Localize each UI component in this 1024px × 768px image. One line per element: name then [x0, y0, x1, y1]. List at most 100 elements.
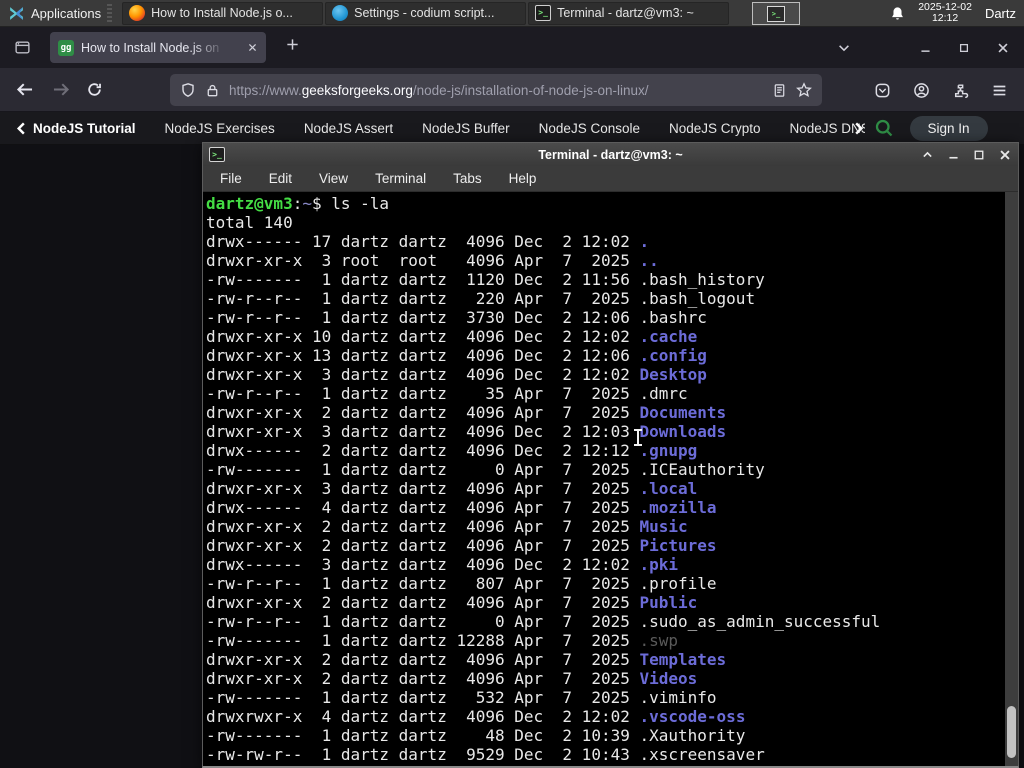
applications-icon: [10, 6, 23, 20]
terminal-icon: >_: [535, 5, 552, 21]
terminal-line: drwxr-xr-x 2 dartz dartz 4096 Apr 7 2025…: [206, 669, 698, 688]
terminal-line: drwxr-xr-x 3 dartz dartz 4096 Dec 2 12:0…: [206, 422, 727, 441]
search-icon[interactable]: [874, 118, 894, 138]
terminal-line: drwxr-xr-x 3 dartz dartz 4096 Apr 7 2025…: [206, 479, 698, 498]
desktop: Applications How to Install Node.js o...…: [0, 0, 1024, 768]
nav-item[interactable]: NodeJS Crypto: [669, 121, 761, 136]
terminal-line: -rw------- 1 dartz dartz 12288 Apr 7 202…: [206, 631, 679, 650]
firefox-icon: [129, 5, 146, 21]
menu-hamburger-icon[interactable]: [991, 82, 1008, 99]
nav-scroll-right-icon[interactable]: [851, 121, 866, 136]
terminal-line: -rw-r--r-- 1 dartz dartz 220 Apr 7 2025 …: [206, 289, 756, 308]
terminal-line: drwxrwxr-x 4 dartz dartz 4096 Dec 2 12:0…: [206, 707, 746, 726]
terminal-line: -rw-r--r-- 1 dartz dartz 807 Apr 7 2025 …: [206, 574, 717, 593]
taskbar-item-browser[interactable]: How to Install Node.js o...: [122, 1, 324, 25]
nav-item[interactable]: NodeJS Exercises: [165, 121, 275, 136]
url-bar[interactable]: https://www.geeksforgeeks.org/node-js/in…: [170, 74, 822, 106]
terminal-line: -rw------- 1 dartz dartz 1120 Dec 2 11:5…: [206, 270, 765, 289]
browser-toolbar: https://www.geeksforgeeks.org/node-js/in…: [0, 68, 1024, 112]
terminal-body[interactable]: dartz@vm3:~$ ls -la total 140 drwx------ 1…: [203, 192, 1018, 766]
back-button[interactable]: [16, 80, 35, 99]
terminal-line: drwxr-xr-x 3 dartz dartz 4096 Dec 2 12:0…: [206, 365, 707, 384]
minimize-window-icon[interactable]: [947, 148, 960, 161]
terminal-scrollbar-thumb[interactable]: [1007, 706, 1016, 758]
terminal-menu-terminal[interactable]: Terminal: [375, 171, 426, 186]
terminal-line: -rw-r--r-- 1 dartz dartz 0 Apr 7 2025 .s…: [206, 612, 881, 631]
shade-window-icon[interactable]: [921, 148, 934, 161]
clock[interactable]: 2025-12-02 12:12: [918, 1, 972, 25]
tracking-shield-icon[interactable]: [180, 82, 196, 98]
extensions-icon[interactable]: [952, 82, 969, 99]
url-text: https://www.geeksforgeeks.org/node-js/in…: [229, 82, 649, 98]
terminal-line: -rw------- 1 dartz dartz 532 Apr 7 2025 …: [206, 688, 717, 707]
account-icon[interactable]: [913, 82, 930, 99]
terminal-line: -rw-rw-r-- 1 dartz dartz 9529 Dec 2 10:4…: [206, 745, 765, 764]
terminal-line: drwx------ 17 dartz dartz 4096 Dec 2 12:…: [206, 232, 650, 251]
terminal-line: drwxr-xr-x 2 dartz dartz 4096 Apr 7 2025…: [206, 650, 727, 669]
terminal-menu-help[interactable]: Help: [509, 171, 537, 186]
terminal-menu-view[interactable]: View: [319, 171, 348, 186]
terminal-menu-file[interactable]: File: [220, 171, 242, 186]
top-panel: Applications How to Install Node.js o...…: [0, 0, 1024, 27]
gfg-favicon: gg: [58, 39, 74, 56]
browser-tab-active[interactable]: gg How to Install Node.js on: [50, 32, 266, 63]
terminal-line: drwx------ 2 dartz dartz 4096 Dec 2 12:1…: [206, 441, 698, 460]
taskbar-label: Terminal - dartz@vm3: ~: [557, 6, 694, 20]
terminal-line: drwxr-xr-x 2 dartz dartz 4096 Apr 7 2025…: [206, 403, 727, 422]
codium-icon: [332, 5, 349, 21]
taskbar-item-terminal[interactable]: >_ Terminal - dartz@vm3: ~: [528, 1, 730, 25]
new-tab-button[interactable]: [285, 37, 300, 52]
gfg-nav-bar: NodeJS Tutorial NodeJS Exercises NodeJS A…: [0, 112, 1024, 145]
terminal-line: drwxr-xr-x 2 dartz dartz 4096 Apr 7 2025…: [206, 536, 717, 555]
terminal-titlebar[interactable]: >_ Terminal - dartz@vm3: ~: [203, 143, 1018, 166]
firefox-view-icon[interactable]: [14, 39, 31, 56]
terminal-line: -rw-r--r-- 1 dartz dartz 35 Apr 7 2025 .…: [206, 384, 688, 403]
nav-item-tutorial[interactable]: NodeJS Tutorial: [33, 121, 136, 136]
window-maximize-icon[interactable]: [958, 42, 970, 54]
terminal-line: drwxr-xr-x 2 dartz dartz 4096 Apr 7 2025…: [206, 517, 688, 536]
sign-in-button[interactable]: Sign In: [909, 115, 988, 141]
workspace-switcher[interactable]: >_: [752, 2, 800, 25]
terminal-line: drwxr-xr-x 2 dartz dartz 4096 Apr 7 2025…: [206, 593, 698, 612]
taskbar-item-codium[interactable]: Settings - codium script...: [325, 1, 527, 25]
save-to-pocket-icon[interactable]: [874, 82, 891, 99]
terminal-line: -rw------- 1 dartz dartz 48 Dec 2 10:39 …: [206, 726, 746, 745]
browser-tab-bar: gg How to Install Node.js on: [0, 27, 1024, 68]
reader-view-icon[interactable]: [772, 83, 787, 98]
terminal-scrollbar[interactable]: [1005, 192, 1018, 766]
terminal-line: drwxr-xr-x 13 dartz dartz 4096 Dec 2 12:…: [206, 346, 707, 365]
gfg-nav-items: NodeJS Exercises NodeJS Assert NodeJS Buff…: [165, 121, 865, 136]
window-close-icon[interactable]: [996, 41, 1010, 55]
terminal-menubar: File Edit View Terminal Tabs Help: [203, 166, 1018, 192]
terminal-line: total 140: [206, 213, 293, 232]
user-menu[interactable]: Dartz: [985, 6, 1016, 21]
terminal-output: dartz@vm3:~$ ls -la total 140 drwx------ 1…: [206, 194, 1004, 764]
nav-scroll-left-icon[interactable]: [14, 121, 29, 136]
terminal-menu-tabs[interactable]: Tabs: [453, 171, 482, 186]
nav-item[interactable]: NodeJS Console: [539, 121, 640, 136]
applications-menu[interactable]: Applications: [0, 0, 122, 27]
bookmark-star-icon[interactable]: [796, 82, 812, 98]
nav-item[interactable]: NodeJS Assert: [304, 121, 393, 136]
nav-item[interactable]: NodeJS Buffer: [422, 121, 510, 136]
terminal-line: drwxr-xr-x 10 dartz dartz 4096 Dec 2 12:…: [206, 327, 698, 346]
reload-button[interactable]: [86, 81, 103, 98]
close-window-icon[interactable]: [998, 148, 1012, 162]
applications-label: Applications: [31, 5, 102, 21]
window-minimize-icon[interactable]: [919, 41, 932, 54]
forward-button[interactable]: [51, 80, 70, 99]
toolbar-right-icons: [874, 68, 1024, 112]
taskbar-label: How to Install Node.js o...: [151, 6, 293, 20]
maximize-window-icon[interactable]: [973, 149, 985, 161]
taskbar-label: Settings - codium script...: [354, 6, 495, 20]
terminal-line: drwx------ 3 dartz dartz 4096 Dec 2 12:0…: [206, 555, 679, 574]
list-all-tabs-icon[interactable]: [837, 41, 851, 55]
terminal-menu-edit[interactable]: Edit: [269, 171, 292, 186]
text-cursor-pointer: [634, 429, 642, 446]
lock-icon[interactable]: [205, 83, 220, 98]
notification-bell-icon[interactable]: [890, 6, 905, 21]
tab-close-icon[interactable]: [247, 42, 258, 53]
terminal-title: Terminal - dartz@vm3: ~: [538, 147, 683, 162]
terminal-line: dartz@vm3:~$ ls -la: [206, 194, 390, 213]
terminal-line: drwxr-xr-x 3 root root 4096 Apr 7 2025 .…: [206, 251, 659, 270]
